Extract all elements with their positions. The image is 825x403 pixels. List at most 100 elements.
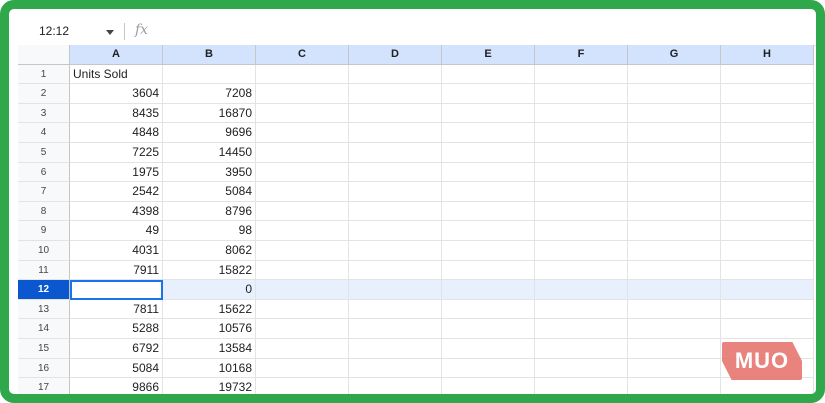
cell-h12[interactable] — [721, 280, 814, 300]
cell-b12[interactable]: 0 — [163, 280, 256, 300]
column-header-g[interactable]: G — [628, 45, 721, 65]
cell-d10[interactable] — [349, 240, 442, 261]
cell-b1[interactable] — [163, 64, 256, 85]
cell-b8[interactable]: 8796 — [163, 201, 256, 222]
cell-d3[interactable] — [349, 103, 442, 124]
cell-h11[interactable] — [721, 260, 814, 281]
cell-a16[interactable]: 5084 — [70, 358, 163, 379]
cell-c13[interactable] — [256, 299, 349, 320]
cell-h17[interactable] — [721, 378, 814, 394]
cell-f7[interactable] — [535, 182, 628, 202]
cell-g5[interactable] — [628, 142, 721, 163]
cell-g11[interactable] — [628, 260, 721, 281]
cell-b2[interactable]: 7208 — [163, 84, 256, 104]
cell-a14[interactable]: 5288 — [70, 319, 163, 339]
cell-b7[interactable]: 5084 — [163, 182, 256, 202]
cell-c11[interactable] — [256, 260, 349, 281]
chevron-down-icon[interactable] — [106, 30, 114, 35]
cell-e13[interactable] — [442, 299, 535, 320]
cell-c1[interactable] — [256, 64, 349, 85]
cell-h1[interactable] — [721, 64, 814, 85]
cell-e7[interactable] — [442, 182, 535, 202]
cell-a9[interactable]: 49 — [70, 221, 163, 241]
cell-g3[interactable] — [628, 103, 721, 124]
cell-e2[interactable] — [442, 84, 535, 104]
cell-e9[interactable] — [442, 221, 535, 241]
cell-b11[interactable]: 15822 — [163, 260, 256, 281]
row-header[interactable]: 9 — [18, 221, 70, 241]
cell-h10[interactable] — [721, 240, 814, 261]
cell-g9[interactable] — [628, 221, 721, 241]
cell-d2[interactable] — [349, 84, 442, 104]
cell-f14[interactable] — [535, 319, 628, 339]
cell-f10[interactable] — [535, 240, 628, 261]
cell-b4[interactable]: 9696 — [163, 123, 256, 143]
cell-g8[interactable] — [628, 201, 721, 222]
cell-a10[interactable]: 4031 — [70, 240, 163, 261]
cell-g7[interactable] — [628, 182, 721, 202]
cell-c17[interactable] — [256, 378, 349, 394]
row-header[interactable]: 12 — [18, 280, 70, 300]
row-header[interactable]: 2 — [18, 84, 70, 104]
cell-e16[interactable] — [442, 358, 535, 379]
cell-a13[interactable]: 7811 — [70, 299, 163, 320]
cell-d6[interactable] — [349, 162, 442, 183]
cell-h2[interactable] — [721, 84, 814, 104]
cell-e5[interactable] — [442, 142, 535, 163]
cell-e10[interactable] — [442, 240, 535, 261]
cell-f2[interactable] — [535, 84, 628, 104]
cell-a4[interactable]: 4848 — [70, 123, 163, 143]
select-all-corner[interactable] — [18, 45, 70, 65]
column-header-h[interactable]: H — [721, 45, 814, 65]
cell-a11[interactable]: 7911 — [70, 260, 163, 281]
cell-g12[interactable] — [628, 280, 721, 300]
cell-e11[interactable] — [442, 260, 535, 281]
cell-c7[interactable] — [256, 182, 349, 202]
cell-f4[interactable] — [535, 123, 628, 143]
cell-f8[interactable] — [535, 201, 628, 222]
cell-b6[interactable]: 3950 — [163, 162, 256, 183]
cell-c4[interactable] — [256, 123, 349, 143]
cell-d12[interactable] — [349, 280, 442, 300]
cell-d5[interactable] — [349, 142, 442, 163]
row-header[interactable]: 8 — [18, 201, 70, 222]
cell-h4[interactable] — [721, 123, 814, 143]
cell-c8[interactable] — [256, 201, 349, 222]
cell-d9[interactable] — [349, 221, 442, 241]
cell-h9[interactable] — [721, 221, 814, 241]
cell-b13[interactable]: 15622 — [163, 299, 256, 320]
row-header[interactable]: 13 — [18, 299, 70, 320]
cell-a2[interactable]: 3604 — [70, 84, 163, 104]
cell-g4[interactable] — [628, 123, 721, 143]
cell-c5[interactable] — [256, 142, 349, 163]
name-box[interactable]: 12:12 — [39, 24, 69, 38]
cell-g15[interactable] — [628, 338, 721, 359]
cell-a15[interactable]: 6792 — [70, 338, 163, 359]
row-header[interactable]: 6 — [18, 162, 70, 183]
cell-g6[interactable] — [628, 162, 721, 183]
cell-c6[interactable] — [256, 162, 349, 183]
row-header[interactable]: 3 — [18, 103, 70, 124]
cell-f12[interactable] — [535, 280, 628, 300]
row-header[interactable]: 17 — [18, 378, 70, 394]
cell-a1[interactable]: Units Sold — [70, 64, 163, 85]
cell-d16[interactable] — [349, 358, 442, 379]
cell-h14[interactable] — [721, 319, 814, 339]
cell-h6[interactable] — [721, 162, 814, 183]
row-header[interactable]: 16 — [18, 358, 70, 379]
cell-e1[interactable] — [442, 64, 535, 85]
cell-b3[interactable]: 16870 — [163, 103, 256, 124]
cell-h8[interactable] — [721, 201, 814, 222]
cell-c2[interactable] — [256, 84, 349, 104]
cell-d17[interactable] — [349, 378, 442, 394]
cell-d11[interactable] — [349, 260, 442, 281]
cell-c3[interactable] — [256, 103, 349, 124]
cell-b9[interactable]: 98 — [163, 221, 256, 241]
cell-g1[interactable] — [628, 64, 721, 85]
cell-d4[interactable] — [349, 123, 442, 143]
cell-f16[interactable] — [535, 358, 628, 379]
cell-c16[interactable] — [256, 358, 349, 379]
cell-b10[interactable]: 8062 — [163, 240, 256, 261]
cell-f1[interactable] — [535, 64, 628, 85]
cell-g14[interactable] — [628, 319, 721, 339]
